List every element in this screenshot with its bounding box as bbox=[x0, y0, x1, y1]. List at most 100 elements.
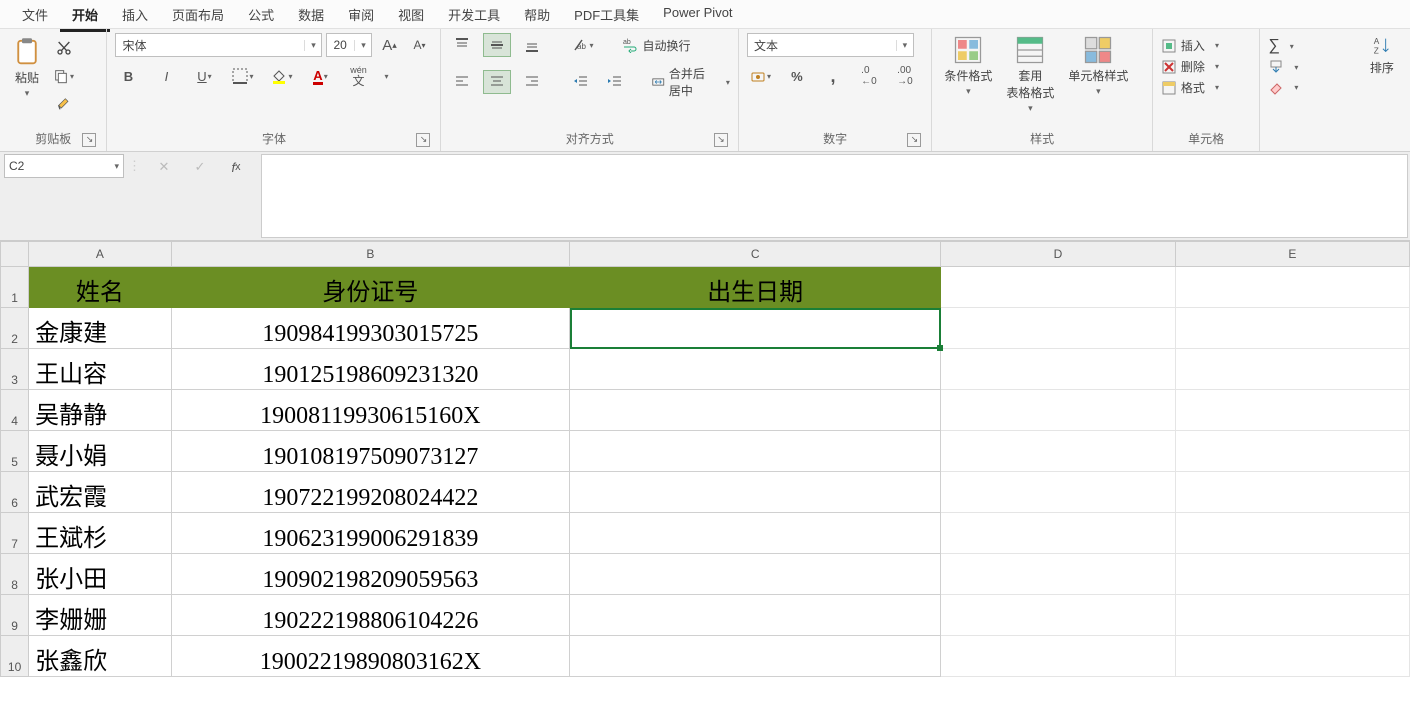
row-header-3[interactable]: 3 bbox=[1, 349, 29, 390]
cell-B8[interactable]: 190902198209059563 bbox=[171, 554, 569, 595]
cell-C4[interactable] bbox=[570, 390, 941, 431]
menu-help[interactable]: 帮助 bbox=[512, 0, 562, 29]
border-button[interactable]: ▾ bbox=[229, 65, 256, 87]
cell-A6[interactable]: 武宏霞 bbox=[29, 472, 172, 513]
cut-button[interactable] bbox=[50, 37, 77, 59]
font-family-select[interactable]: 宋体▾ bbox=[115, 33, 322, 57]
wrap-text-button[interactable]: ab自动换行 bbox=[622, 37, 690, 54]
paste-button[interactable]: 粘贴 ▾ bbox=[8, 35, 46, 101]
cell-E2[interactable] bbox=[1175, 308, 1409, 349]
format-painter-button[interactable] bbox=[50, 93, 77, 115]
col-header-E[interactable]: E bbox=[1175, 242, 1409, 267]
menu-review[interactable]: 审阅 bbox=[336, 0, 386, 29]
cell-D5[interactable] bbox=[941, 431, 1175, 472]
align-center-button[interactable] bbox=[483, 70, 511, 94]
align-dialog-launcher[interactable]: ↘ bbox=[714, 133, 728, 147]
cell-C2[interactable] bbox=[570, 308, 941, 349]
clear-button[interactable]: ▾ bbox=[1268, 79, 1298, 95]
cell-A7[interactable]: 王斌杉 bbox=[29, 513, 172, 554]
row-header-10[interactable]: 10 bbox=[1, 636, 29, 677]
row-header-6[interactable]: 6 bbox=[1, 472, 29, 513]
fill-color-button[interactable]: ▾ bbox=[268, 65, 295, 87]
increase-font-button[interactable]: A▴ bbox=[376, 34, 402, 56]
align-left-button[interactable] bbox=[449, 71, 475, 93]
cell-B4[interactable]: 19008119930615160X bbox=[171, 390, 569, 431]
formula-input[interactable] bbox=[261, 154, 1408, 238]
align-middle-button[interactable] bbox=[483, 33, 511, 57]
cell-C1[interactable]: 出生日期 bbox=[570, 267, 941, 308]
cell-C7[interactable] bbox=[570, 513, 941, 554]
cell-E10[interactable] bbox=[1175, 636, 1409, 677]
cell-B2[interactable]: 190984199303015725 bbox=[171, 308, 569, 349]
cell-B10[interactable]: 19002219890803162X bbox=[171, 636, 569, 677]
number-dialog-launcher[interactable]: ↘ bbox=[907, 133, 921, 147]
cell-D9[interactable] bbox=[941, 595, 1175, 636]
cell-C9[interactable] bbox=[570, 595, 941, 636]
menu-data[interactable]: 数据 bbox=[286, 0, 336, 29]
cell-B6[interactable]: 190722199208024422 bbox=[171, 472, 569, 513]
align-right-button[interactable] bbox=[519, 71, 545, 93]
col-header-C[interactable]: C bbox=[570, 242, 941, 267]
row-header-2[interactable]: 2 bbox=[1, 308, 29, 349]
clipboard-dialog-launcher[interactable]: ↘ bbox=[82, 133, 96, 147]
menu-pdf[interactable]: PDF工具集 bbox=[562, 0, 651, 29]
decrease-indent-button[interactable] bbox=[568, 71, 594, 93]
underline-button[interactable]: U▾ bbox=[191, 65, 217, 87]
cell-E1[interactable] bbox=[1175, 267, 1409, 308]
cell-E5[interactable] bbox=[1175, 431, 1409, 472]
cell-A2[interactable]: 金康建 bbox=[29, 308, 172, 349]
cell-D4[interactable] bbox=[941, 390, 1175, 431]
bold-button[interactable]: B bbox=[115, 65, 141, 87]
cell-C3[interactable] bbox=[570, 349, 941, 390]
phonetic-button[interactable]: wén文 bbox=[346, 65, 372, 87]
cell-B7[interactable]: 190623199006291839 bbox=[171, 513, 569, 554]
increase-indent-button[interactable] bbox=[602, 71, 628, 93]
decrease-decimal-button[interactable]: .00→0 bbox=[892, 65, 918, 87]
autosum-button[interactable]: ∑▾ bbox=[1268, 37, 1293, 55]
cell-E3[interactable] bbox=[1175, 349, 1409, 390]
cell-D6[interactable] bbox=[941, 472, 1175, 513]
col-header-A[interactable]: A bbox=[29, 242, 172, 267]
currency-button[interactable]: ▾ bbox=[747, 65, 774, 87]
insert-cells-button[interactable]: 插入▾ bbox=[1161, 37, 1219, 54]
cell-E9[interactable] bbox=[1175, 595, 1409, 636]
menu-formula[interactable]: 公式 bbox=[236, 0, 286, 29]
cell-D10[interactable] bbox=[941, 636, 1175, 677]
cell-A4[interactable]: 吴静静 bbox=[29, 390, 172, 431]
select-all-corner[interactable] bbox=[1, 242, 29, 267]
number-format-select[interactable]: 文本▾ bbox=[747, 33, 914, 57]
name-box[interactable]: C2 ▾ bbox=[4, 154, 124, 178]
percent-button[interactable]: % bbox=[784, 65, 810, 87]
increase-decimal-button[interactable]: .0←0 bbox=[856, 65, 882, 87]
menu-powerpivot[interactable]: Power Pivot bbox=[651, 0, 744, 25]
orientation-button[interactable]: ab▾ bbox=[569, 34, 596, 56]
row-header-8[interactable]: 8 bbox=[1, 554, 29, 595]
cell-A1[interactable]: 姓名 bbox=[29, 267, 172, 308]
row-header-7[interactable]: 7 bbox=[1, 513, 29, 554]
copy-button[interactable]: ▾ bbox=[50, 65, 77, 87]
format-cells-button[interactable]: 格式▾ bbox=[1161, 79, 1219, 96]
cell-E4[interactable] bbox=[1175, 390, 1409, 431]
comma-button[interactable]: , bbox=[820, 65, 846, 87]
row-header-1[interactable]: 1 bbox=[1, 267, 29, 308]
cell-C5[interactable] bbox=[570, 431, 941, 472]
cell-B1[interactable]: 身份证号 bbox=[171, 267, 569, 308]
menu-home[interactable]: 开始 bbox=[60, 0, 110, 32]
conditional-format-button[interactable]: 条件格式▾ bbox=[940, 33, 996, 99]
cell-A5[interactable]: 聂小娟 bbox=[29, 431, 172, 472]
row-header-5[interactable]: 5 bbox=[1, 431, 29, 472]
menu-dev[interactable]: 开发工具 bbox=[436, 0, 512, 29]
spreadsheet-grid[interactable]: A B C D E 1 姓名 身份证号 出生日期 2 金康建 190984199… bbox=[0, 241, 1410, 677]
cell-A9[interactable]: 李姗姗 bbox=[29, 595, 172, 636]
menu-file[interactable]: 文件 bbox=[10, 0, 60, 29]
cell-B9[interactable]: 190222198806104226 bbox=[171, 595, 569, 636]
merge-center-button[interactable]: 合并后居中▾ bbox=[652, 65, 730, 99]
cell-E7[interactable] bbox=[1175, 513, 1409, 554]
confirm-edit-button[interactable]: ✓ bbox=[187, 156, 213, 178]
cell-A10[interactable]: 张鑫欣 bbox=[29, 636, 172, 677]
cell-A8[interactable]: 张小田 bbox=[29, 554, 172, 595]
row-header-9[interactable]: 9 bbox=[1, 595, 29, 636]
cell-style-button[interactable]: 单元格样式▾ bbox=[1064, 33, 1132, 99]
delete-cells-button[interactable]: 删除▾ bbox=[1161, 58, 1219, 75]
menu-view[interactable]: 视图 bbox=[386, 0, 436, 29]
